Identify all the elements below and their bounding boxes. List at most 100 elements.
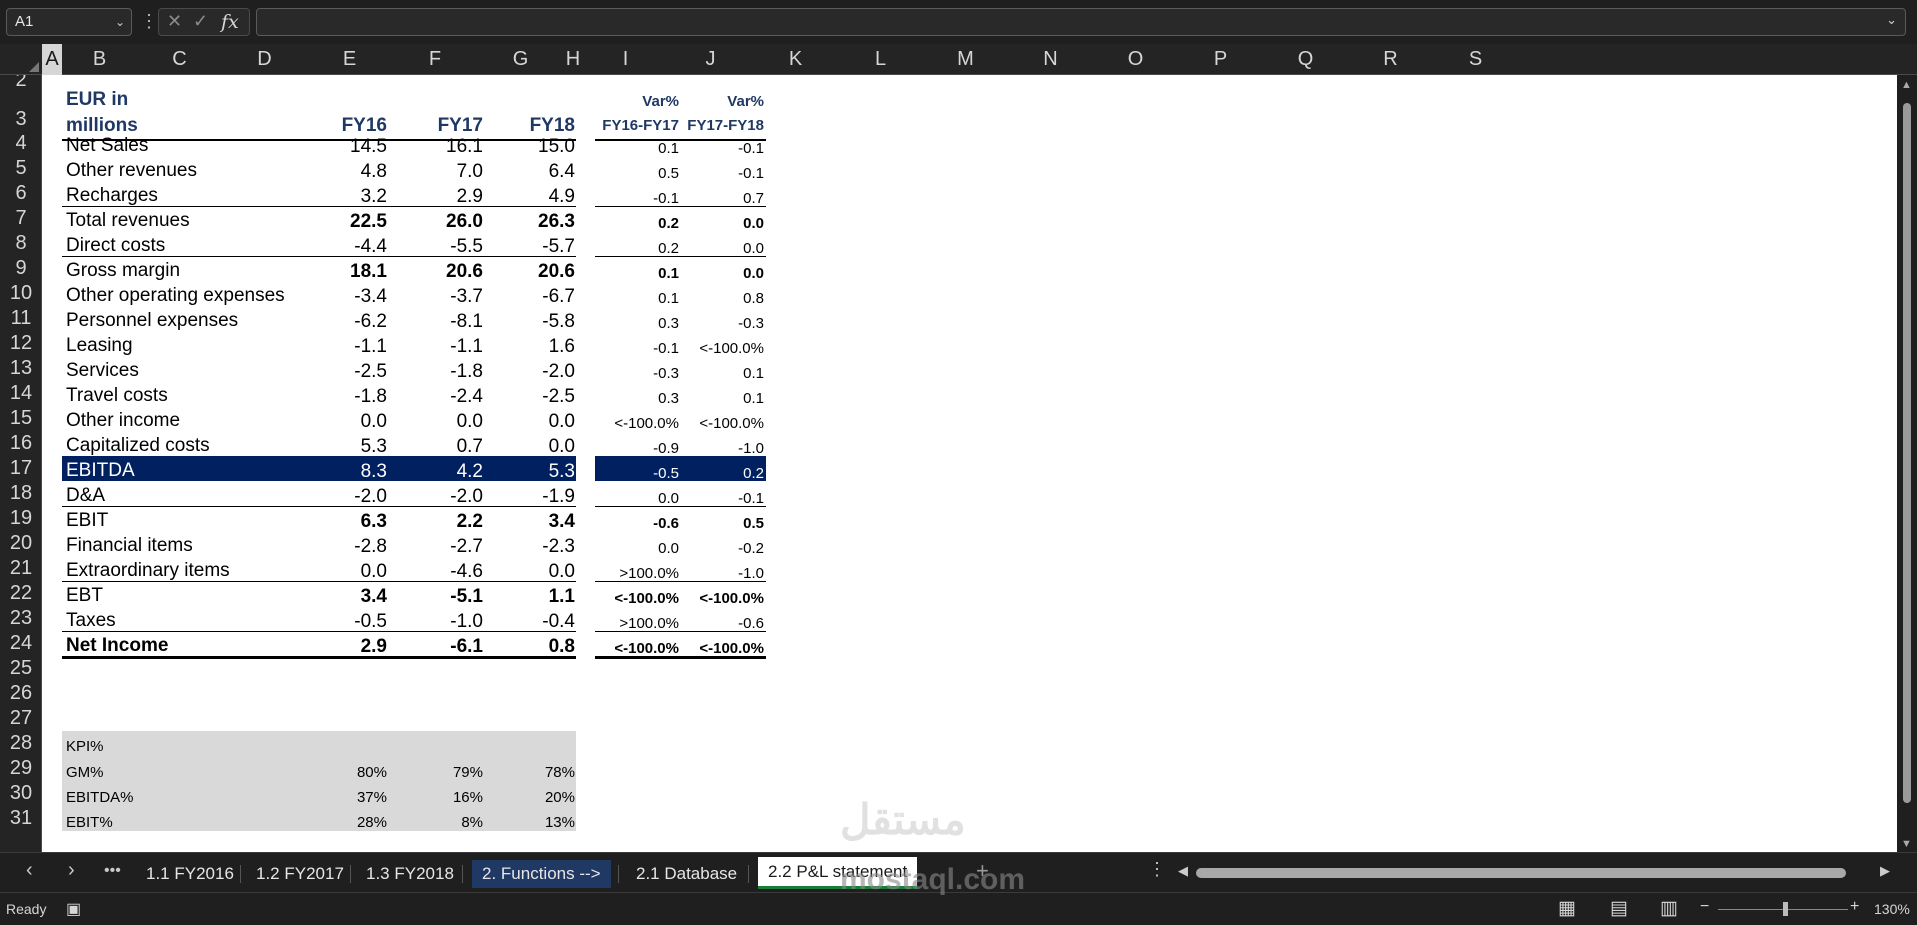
scroll-right-icon[interactable]: ▶	[1880, 863, 1890, 879]
row-header-21[interactable]: 21	[0, 556, 41, 581]
sheet-tab-4[interactable]: 2. Functions -->	[472, 860, 611, 888]
column-header-c[interactable]: C	[137, 44, 222, 75]
kpi-title: KPI%	[66, 738, 104, 755]
sheet-tab-5[interactable]: 2.1 Database	[626, 860, 747, 888]
column-header-n[interactable]: N	[1008, 44, 1093, 75]
row-header-23[interactable]: 23	[0, 606, 41, 631]
pl-var-fy17-fy18: 0.0	[743, 240, 764, 257]
accessibility-icon[interactable]: ▣	[66, 899, 81, 919]
sheet-canvas[interactable]: EUR in millions FY16 FY17 FY18 Var% FY16-FY17 V…	[42, 75, 1897, 852]
row-header-12[interactable]: 12	[0, 331, 41, 356]
scroll-up-icon[interactable]: ▲	[1901, 79, 1912, 91]
select-all-button[interactable]	[0, 44, 42, 75]
expand-formula-bar-icon[interactable]: ⌄	[1886, 12, 1897, 28]
row-rule-var	[595, 581, 766, 582]
net-income-underline-main	[62, 656, 576, 659]
pl-row-label: Net Sales	[66, 135, 149, 156]
column-header-m[interactable]: M	[923, 44, 1008, 75]
column-header-j[interactable]: J	[668, 44, 753, 75]
column-header-e[interactable]: E	[307, 44, 392, 75]
scroll-down-icon[interactable]: ▼	[1901, 838, 1912, 850]
column-header-p[interactable]: P	[1178, 44, 1263, 75]
row-header-5[interactable]: 5	[0, 156, 41, 181]
tab-separator	[462, 865, 463, 883]
row-header-8[interactable]: 8	[0, 231, 41, 256]
row-header-14[interactable]: 14	[0, 381, 41, 406]
column-header-k[interactable]: K	[753, 44, 838, 75]
horizontal-scrollbar[interactable]: ◀ ▶	[1178, 863, 1890, 883]
page-break-view-icon[interactable]: ▥	[1660, 897, 1678, 920]
prev-sheet-icon[interactable]: ‹	[26, 859, 33, 882]
insert-function-icon[interactable]: fx	[221, 11, 239, 33]
vertical-scrollbar[interactable]: ▲ ▼	[1897, 75, 1917, 852]
formula-input[interactable]: ⌄	[256, 8, 1906, 36]
pl-value-fy18: -5.8	[542, 311, 575, 332]
row-header-6[interactable]: 6	[0, 181, 41, 206]
check-icon[interactable]: ✓	[193, 11, 208, 32]
row-header-15[interactable]: 15	[0, 406, 41, 431]
pl-var-fy16-fy17: 0.3	[658, 390, 679, 407]
tab-options-icon[interactable]: ⋮	[1148, 859, 1166, 880]
column-header-q[interactable]: Q	[1263, 44, 1348, 75]
column-header-f[interactable]: F	[392, 44, 478, 75]
row-header-25[interactable]: 25	[0, 656, 41, 681]
row-header-20[interactable]: 20	[0, 531, 41, 556]
sheet-tab-2[interactable]: 1.2 FY2017	[246, 860, 354, 888]
row-header-24[interactable]: 24	[0, 631, 41, 656]
row-header-4[interactable]: 4	[0, 131, 41, 156]
column-header-d[interactable]: D	[222, 44, 307, 75]
row-header-11[interactable]: 11	[0, 306, 41, 331]
normal-view-icon[interactable]: ▦	[1558, 897, 1576, 920]
sheet-tab-3[interactable]: 1.3 FY2018	[356, 860, 464, 888]
page-layout-view-icon[interactable]: ▤	[1610, 897, 1628, 920]
pl-value-fy17: 16.1	[446, 136, 483, 157]
sheet-tab-1[interactable]: 1.1 FY2016	[136, 860, 244, 888]
row-header-22[interactable]: 22	[0, 581, 41, 606]
pl-var-fy17-fy18: <-100.0%	[699, 590, 764, 607]
next-sheet-icon[interactable]: ›	[68, 859, 75, 882]
zoom-slider-thumb[interactable]	[1783, 902, 1788, 916]
name-box[interactable]: A1 ⌄	[6, 8, 132, 36]
cancel-icon[interactable]: ✕	[167, 11, 182, 32]
column-header-a[interactable]: A	[42, 44, 62, 75]
column-header-h[interactable]: H	[563, 44, 583, 75]
row-header-18[interactable]: 18	[0, 481, 41, 506]
column-header-l[interactable]: L	[838, 44, 923, 75]
zoom-in-icon[interactable]: +	[1850, 898, 1859, 916]
row-header-7[interactable]: 7	[0, 206, 41, 231]
column-header-r[interactable]: R	[1348, 44, 1433, 75]
row-header-16[interactable]: 16	[0, 431, 41, 456]
horizontal-scroll-thumb[interactable]	[1196, 868, 1846, 878]
row-header-13[interactable]: 13	[0, 356, 41, 381]
row-header-29[interactable]: 29	[0, 756, 41, 781]
row-header-30[interactable]: 30	[0, 781, 41, 806]
column-header-i[interactable]: I	[583, 44, 668, 75]
pl-row-label: Services	[66, 360, 139, 381]
row-header-27[interactable]: 27	[0, 706, 41, 731]
pl-value-fy18: -6.7	[542, 286, 575, 307]
row-header-19[interactable]: 19	[0, 506, 41, 531]
row-header-31[interactable]: 31	[0, 806, 41, 831]
scroll-left-icon[interactable]: ◀	[1178, 863, 1188, 879]
row-header-17[interactable]: 17	[0, 456, 41, 481]
row-header-2[interactable]: 2	[0, 75, 41, 93]
zoom-out-icon[interactable]: −	[1700, 898, 1709, 916]
row-header-28[interactable]: 28	[0, 731, 41, 756]
row-rule-var	[595, 506, 766, 507]
kpi-value-fy16: 28%	[356, 814, 387, 831]
column-header-s[interactable]: S	[1433, 44, 1518, 75]
pl-var-fy16-fy17: 0.2	[658, 215, 679, 232]
row-header-9[interactable]: 9	[0, 256, 41, 281]
column-header-b[interactable]: B	[62, 44, 137, 75]
more-sheets-icon[interactable]: •••	[104, 862, 121, 880]
column-header-g[interactable]: G	[478, 44, 563, 75]
tab-separator	[748, 865, 749, 883]
column-header-o[interactable]: O	[1093, 44, 1178, 75]
row-header-3[interactable]: 3	[0, 93, 41, 131]
chevron-down-icon[interactable]: ⌄	[115, 9, 125, 35]
more-options-icon[interactable]: ⋮	[140, 10, 158, 32]
row-header-10[interactable]: 10	[0, 281, 41, 306]
vertical-scroll-thumb[interactable]	[1903, 103, 1911, 803]
pl-value-fy18: -2.3	[542, 536, 575, 557]
row-header-26[interactable]: 26	[0, 681, 41, 706]
